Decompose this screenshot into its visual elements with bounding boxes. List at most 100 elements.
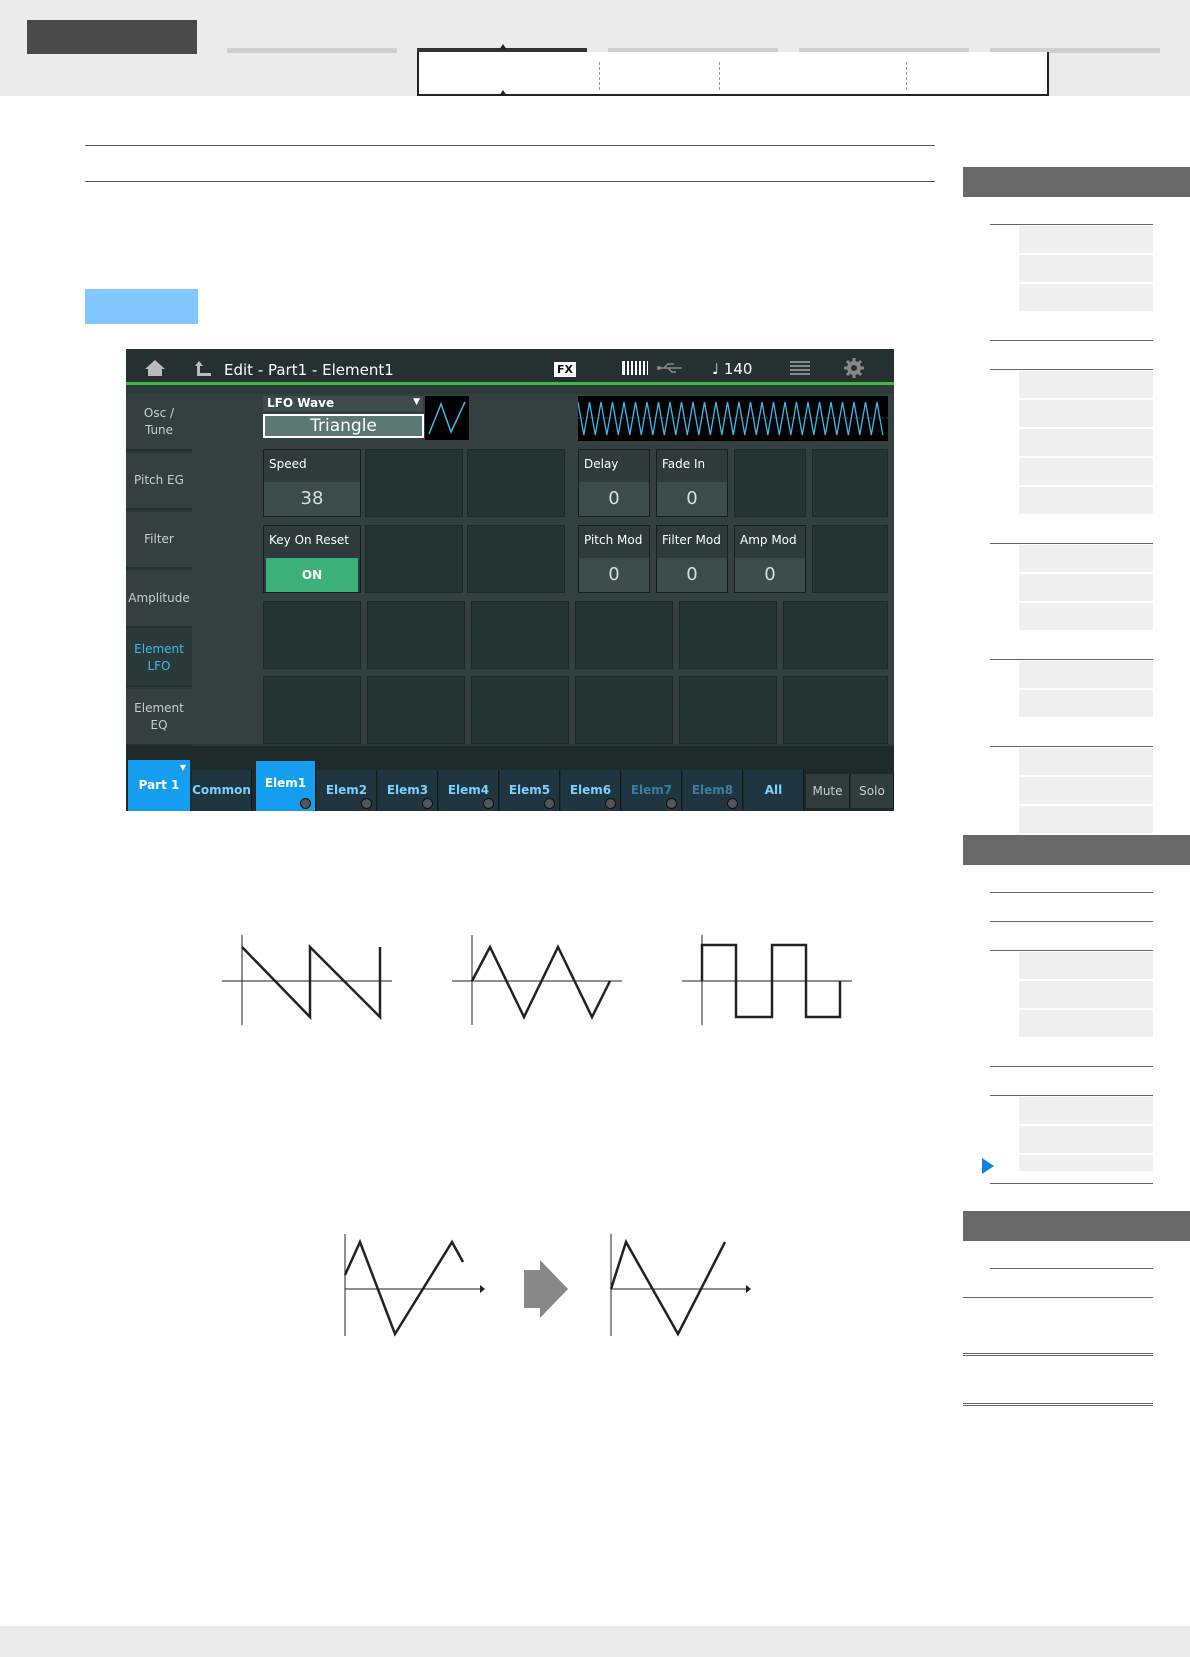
empty-cell [365, 525, 463, 593]
toc-subitem[interactable] [1019, 806, 1153, 834]
back-icon[interactable] [194, 359, 212, 377]
screen-title: Edit - Part1 - Element1 [224, 361, 394, 379]
tab-elem2[interactable]: Elem2 [317, 770, 377, 811]
usb-icon [657, 363, 682, 373]
sawtooth-wave-diagram [222, 935, 392, 1025]
key-on-reset-diagram [343, 1234, 751, 1337]
tab-elem6[interactable]: Elem6 [561, 770, 621, 811]
toc-subitem[interactable] [1019, 284, 1153, 312]
tab-all[interactable]: All [744, 770, 804, 811]
toc-item-current[interactable] [990, 1155, 1153, 1184]
filter-mod-knob[interactable]: Filter Mod 0 [656, 525, 728, 593]
toc-subitem[interactable] [1019, 255, 1153, 283]
empty-cell [467, 525, 565, 593]
toc-item[interactable] [963, 1326, 1153, 1356]
empty-cell [679, 676, 777, 744]
tab-elem1[interactable]: Elem1 [256, 761, 316, 811]
toc-item[interactable] [990, 923, 1153, 951]
toc-subitem[interactable] [1019, 981, 1153, 1009]
toc-item[interactable] [990, 719, 1153, 747]
toc-subitem[interactable] [1019, 1010, 1153, 1038]
toc-item[interactable] [990, 1184, 1153, 1212]
toc-section-header[interactable] [963, 167, 1190, 197]
toc-item[interactable] [990, 865, 1153, 893]
toc-subitem[interactable] [1019, 371, 1153, 399]
empty-cell [367, 601, 465, 669]
empty-cell [575, 601, 673, 669]
tab-element-lfo[interactable]: Element LFO [126, 630, 192, 687]
toc-subitem[interactable] [1019, 1126, 1153, 1154]
screen-title-bar: Edit - Part1 - Element1 FX ♩ 140 [126, 349, 894, 385]
toc-item[interactable] [963, 1376, 1153, 1406]
toc-item[interactable] [990, 1039, 1153, 1067]
tab-common[interactable]: Common [192, 770, 252, 811]
logo-block [27, 20, 197, 54]
tab-elem3[interactable]: Elem3 [378, 770, 438, 811]
toc-item[interactable] [990, 313, 1153, 341]
speed-knob[interactable]: Speed 38 [263, 449, 361, 517]
empty-cell [734, 449, 806, 517]
tempo-display[interactable]: ♩ 140 [712, 360, 752, 378]
toc-item[interactable] [963, 1270, 1153, 1298]
toc-section-header[interactable] [963, 835, 1190, 865]
toc-subitem[interactable] [1019, 690, 1153, 718]
fade-in-knob[interactable]: Fade In 0 [656, 449, 728, 517]
empty-cell [679, 601, 777, 669]
tab-filter[interactable]: Filter [126, 512, 192, 569]
toc-item[interactable] [990, 516, 1153, 544]
toc-subitem[interactable] [1019, 226, 1153, 254]
toc-item[interactable] [990, 1068, 1153, 1096]
amp-mod-knob[interactable]: Amp Mod 0 [734, 525, 806, 593]
empty-cell [471, 601, 569, 669]
empty-cell [367, 676, 465, 744]
lfo-wave-thumbnail [425, 396, 469, 440]
tab-pitch-eg[interactable]: Pitch EG [126, 453, 192, 510]
toc-subitem[interactable] [1019, 458, 1153, 486]
home-icon[interactable] [144, 359, 166, 377]
toc-subitem[interactable] [1019, 429, 1153, 457]
grid-icon[interactable] [790, 361, 810, 375]
element-tab-bar: Part 1 ▼ Common Elem1 Elem2 Elem3 Elem4 E… [126, 746, 894, 811]
toc-subitem[interactable] [1019, 603, 1153, 631]
tab-elem8[interactable]: Elem8 [683, 770, 743, 811]
manual-page: Edit - Part1 - Element1 FX ♩ 140 Osc / Tu… [0, 0, 1190, 1657]
toc-item[interactable] [990, 342, 1153, 370]
gear-icon[interactable] [844, 358, 864, 378]
triangle-wave-diagram [452, 935, 622, 1025]
toc-section-header[interactable] [963, 1211, 1190, 1241]
part-selector[interactable]: Part 1 ▼ [128, 760, 190, 811]
toc-subitem[interactable] [1019, 777, 1153, 805]
toc-subitem[interactable] [1019, 574, 1153, 602]
caret-up-icon [499, 44, 507, 50]
sub-navigation [417, 52, 1049, 96]
empty-cell [263, 676, 361, 744]
tab-elem5[interactable]: Elem5 [500, 770, 560, 811]
empty-cell [812, 525, 888, 593]
tab-osc-tune[interactable]: Osc / Tune [126, 394, 192, 451]
toc-subitem[interactable] [1019, 1097, 1153, 1125]
delay-knob[interactable]: Delay 0 [578, 449, 650, 517]
toc-subitem[interactable] [1019, 400, 1153, 428]
toc-subitem[interactable] [1019, 545, 1153, 573]
tab-amplitude[interactable]: Amplitude [126, 571, 192, 628]
toc-subitem[interactable] [1019, 952, 1153, 980]
lfo-wave-value[interactable]: Triangle [263, 414, 424, 438]
empty-cell [812, 449, 888, 517]
toc-item[interactable] [990, 1241, 1153, 1269]
tab-element-eq[interactable]: Element EQ [126, 689, 192, 746]
page-footer [0, 1626, 1190, 1657]
toc-subitem[interactable] [1019, 661, 1153, 689]
tab-elem7[interactable]: Elem7 [622, 770, 682, 811]
mute-button[interactable]: Mute [806, 774, 850, 808]
solo-button[interactable]: Solo [851, 774, 894, 808]
nav-tab-1[interactable] [227, 48, 397, 53]
toc-item[interactable] [990, 894, 1153, 922]
toc-subitem[interactable] [1019, 748, 1153, 776]
key-on-reset-switch[interactable]: Key On Reset ON [263, 525, 361, 593]
tab-elem4[interactable]: Elem4 [439, 770, 499, 811]
pitch-mod-knob[interactable]: Pitch Mod 0 [578, 525, 650, 593]
toc-subitem[interactable] [1019, 487, 1153, 515]
fx-badge[interactable]: FX [554, 362, 576, 377]
toc-item[interactable] [990, 197, 1153, 225]
toc-item[interactable] [990, 632, 1153, 660]
